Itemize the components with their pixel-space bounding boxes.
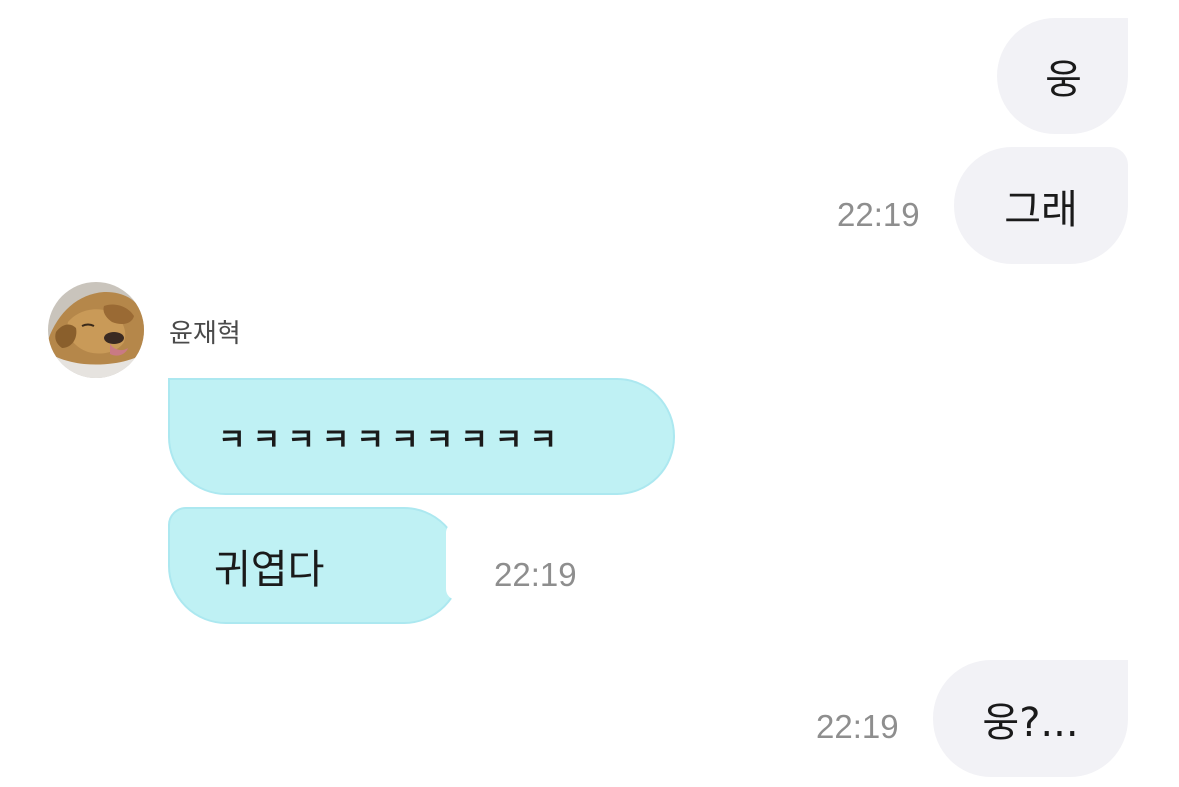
message-text: 웅?... <box>982 699 1079 746</box>
bubble-edge-patch <box>446 522 468 600</box>
outgoing-message-bubble[interactable]: 웅 <box>997 18 1128 134</box>
message-text: 그래 <box>1004 186 1078 233</box>
message-text: 웅 <box>1045 57 1082 103</box>
avatar[interactable] <box>48 282 144 378</box>
golden-retriever-photo-icon <box>48 282 144 378</box>
outgoing-message-bubble[interactable]: 웅?... <box>933 660 1128 777</box>
message-timestamp: 22:19 <box>816 708 899 745</box>
incoming-message-bubble[interactable]: 귀엽다 <box>168 507 462 624</box>
outgoing-message-bubble[interactable]: 그래 <box>954 147 1128 264</box>
message-text: ㅋㅋㅋㅋㅋㅋㅋㅋㅋㅋ <box>218 422 564 458</box>
sender-name: 윤재혁 <box>169 319 241 349</box>
message-text: 귀엽다 <box>214 546 325 593</box>
message-timestamp: 22:19 <box>494 556 577 593</box>
message-timestamp: 22:19 <box>837 196 920 233</box>
incoming-message-bubble[interactable]: ㅋㅋㅋㅋㅋㅋㅋㅋㅋㅋ <box>168 378 675 495</box>
